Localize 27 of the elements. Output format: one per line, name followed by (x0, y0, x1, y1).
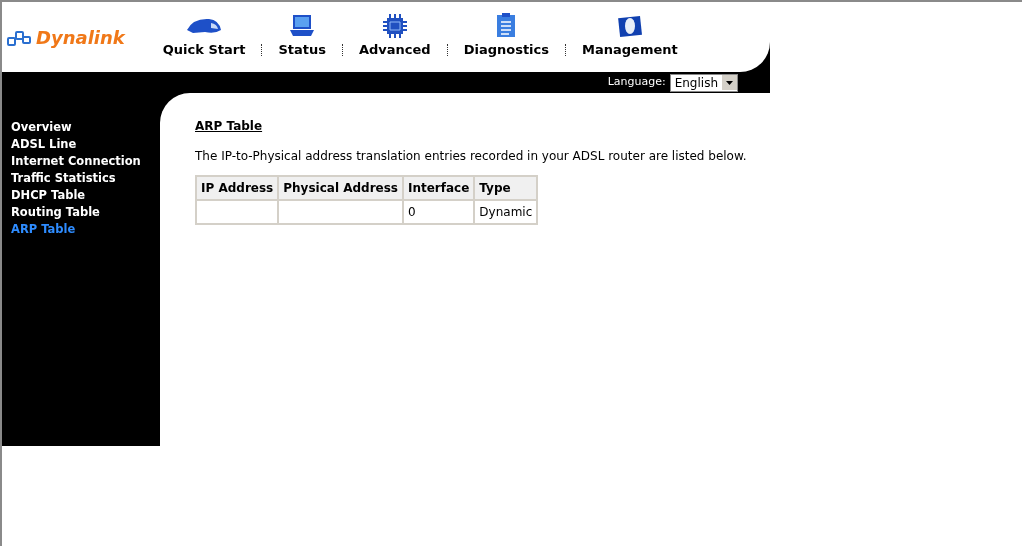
sidebar-item[interactable]: Overview (11, 119, 160, 136)
language-select[interactable]: English (669, 73, 738, 92)
language-label: Language: (607, 74, 666, 91)
nav-tab[interactable]: Status (278, 14, 326, 60)
description-text: The IP-to-Physical address translation entries recorded in your ADSL router are listed below. (195, 148, 748, 165)
nav-tab[interactable]: Diagnostics (463, 12, 550, 60)
sidebar-item[interactable]: DHCP Table (11, 187, 160, 204)
sidebar-item[interactable]: ARP Table (11, 221, 160, 238)
table-cell: 0 (403, 200, 475, 224)
sidebar-item[interactable]: ADSL Line (11, 136, 160, 153)
sidebar-item[interactable]: Internet Connection (11, 153, 160, 170)
mouse-icon (616, 14, 643, 38)
clipboard-icon (495, 12, 518, 38)
column-header: Type (474, 176, 538, 200)
logo-text: Dynalink (36, 26, 125, 50)
sidebar-item[interactable]: Traffic Statistics (11, 170, 160, 187)
nav-tab[interactable]: Advanced (358, 14, 431, 60)
sidebar-item[interactable]: Routing Table (11, 204, 160, 221)
page-title: ARP Table (195, 118, 264, 135)
chip-icon (381, 14, 408, 38)
column-header: Interface (403, 176, 475, 200)
nav-tab[interactable]: Management (582, 14, 678, 60)
table-cell: Dynamic (474, 200, 538, 224)
column-header: Physical Address (278, 176, 403, 200)
nav-tab[interactable]: Quick Start (162, 16, 246, 60)
laptop-icon (288, 14, 317, 38)
column-header: IP Address (196, 176, 279, 200)
